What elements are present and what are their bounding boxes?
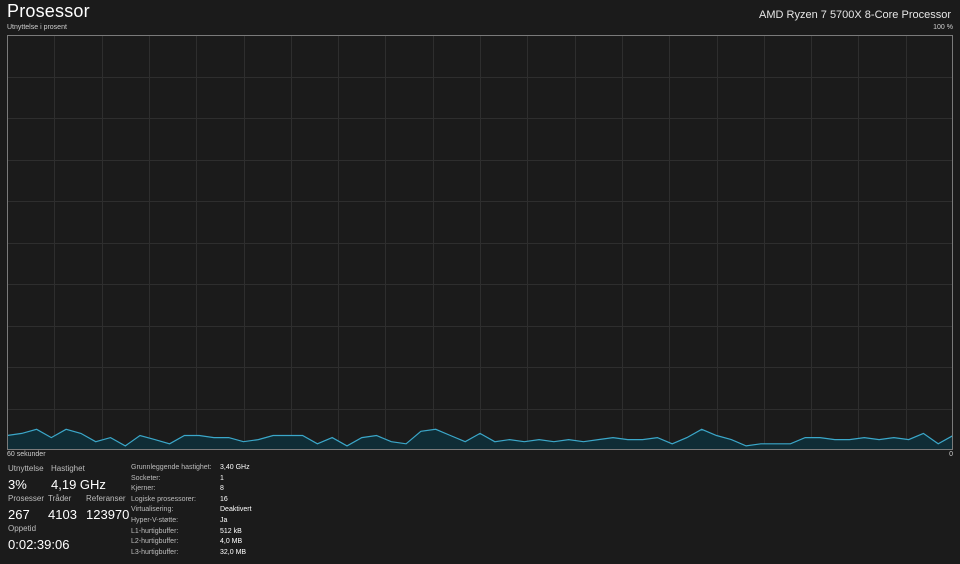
spec-row: L1-hurtigbuffer: 512 kB <box>131 527 252 538</box>
stat-threads-label: Tråder <box>48 494 72 503</box>
cpu-spec-table: Grunnleggende hastighet: 3,40 GHz Sockete… <box>131 463 252 558</box>
cpu-model-name: AMD Ryzen 7 5700X 8-Core Processor <box>759 9 951 21</box>
stat-speed-label: Hastighet <box>51 464 85 473</box>
stat-threads: Tråder 4103 <box>48 494 77 522</box>
spec-key: L2-hurtigbuffer: <box>131 538 179 546</box>
spec-value: Deaktivert <box>220 506 252 514</box>
spec-row: Grunnleggende hastighet: 3,40 GHz <box>131 463 252 474</box>
spec-row: L2-hurtigbuffer: 4,0 MB <box>131 537 252 548</box>
spec-row: Hyper-V-støtte: Ja <box>131 516 252 527</box>
cpu-utilization-graph <box>7 35 953 450</box>
stat-processes: Prosesser 267 <box>8 494 44 522</box>
spec-key: Kjerner: <box>131 485 156 493</box>
spec-row: Virtualisering: Deaktivert <box>131 505 252 516</box>
graph-x-min-label: 0 <box>949 451 953 458</box>
stat-uptime-label: Oppetid <box>8 524 37 533</box>
graph-x-axis-label: 60 sekunder <box>7 451 46 458</box>
spec-value: Ja <box>220 516 228 524</box>
stat-utilization: Utnyttelse 3% <box>8 464 44 492</box>
spec-key: Logiske prosessorer: <box>131 495 196 503</box>
stat-uptime: Oppetid 0:02:39:06 <box>8 524 69 552</box>
spec-row: Logiske prosessorer: 16 <box>131 495 252 506</box>
stat-processes-label: Prosesser <box>8 494 45 503</box>
stat-speed-value: 4,19 GHz <box>51 477 106 492</box>
spec-value: 1 <box>220 474 224 482</box>
spec-row: L3-hurtigbuffer: 32,0 MB <box>131 548 252 559</box>
stat-handles-label: Referanser <box>86 494 126 503</box>
spec-value: 512 kB <box>220 527 242 535</box>
stat-processes-value: 267 <box>8 507 30 522</box>
spec-value: 16 <box>220 495 228 503</box>
stat-handles: Referanser 123970 <box>86 494 129 522</box>
stat-handles-value: 123970 <box>86 507 130 522</box>
spec-row: Socketer: 1 <box>131 474 252 485</box>
graph-y-max-label: 100 % <box>933 24 953 31</box>
spec-key: Socketer: <box>131 474 161 482</box>
stat-uptime-value: 0:02:39:06 <box>8 537 70 552</box>
stat-speed: Hastighet 4,19 GHz <box>51 464 106 492</box>
spec-value: 3,40 GHz <box>220 464 250 471</box>
graph-y-axis-label: Utnyttelse i prosent <box>7 24 67 31</box>
spec-value: 4,0 MB <box>220 538 243 546</box>
stat-utilization-value: 3% <box>8 477 27 492</box>
stat-utilization-label: Utnyttelse <box>8 464 44 473</box>
spec-row: Kjerner: 8 <box>131 484 252 495</box>
spec-key: Hyper-V-støtte: <box>131 516 179 524</box>
spec-key: Grunnleggende hastighet: <box>131 464 212 471</box>
spec-key: Virtualisering: <box>131 506 174 514</box>
spec-key: L1-hurtigbuffer: <box>131 527 179 535</box>
spec-value: 8 <box>220 485 224 493</box>
page-title: Prosessor <box>7 1 90 21</box>
spec-key: L3-hurtigbuffer: <box>131 548 179 556</box>
stat-threads-value: 4103 <box>48 507 77 522</box>
spec-value: 32,0 MB <box>220 548 247 556</box>
